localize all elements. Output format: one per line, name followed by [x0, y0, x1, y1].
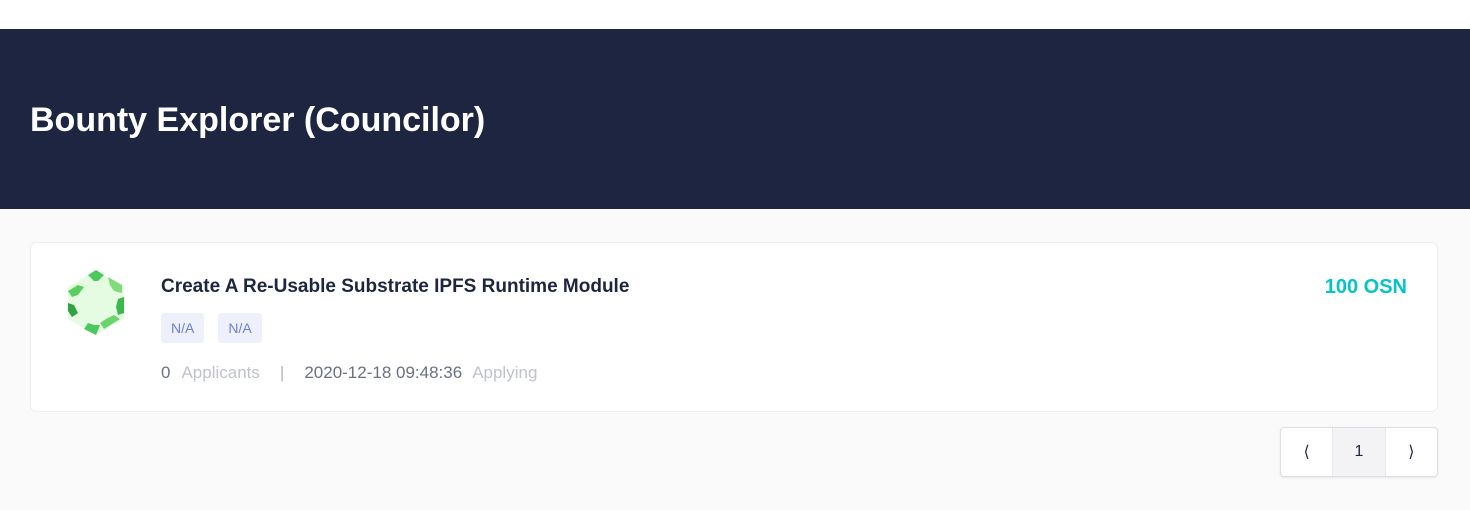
page-title: Bounty Explorer (Councilor) — [30, 101, 486, 139]
bounty-card[interactable]: Create A Re-Usable Substrate IPFS Runtim… — [30, 242, 1438, 412]
bounty-meta: 0 Applicants | 2020-12-18 09:48:36 Apply… — [161, 362, 537, 384]
prev-page-button[interactable]: ⟨ — [1281, 428, 1332, 476]
page-button-current[interactable]: 1 — [1332, 428, 1386, 476]
tag-badge: N/A — [161, 313, 205, 343]
meta-separator: | — [279, 363, 285, 382]
tag-list: N/A N/A — [161, 313, 262, 343]
main-content: Create A Re-Usable Substrate IPFS Runtim… — [0, 209, 1470, 510]
top-strip — [0, 0, 1470, 29]
pagination: ⟨ 1 ⟩ — [1280, 427, 1438, 477]
bounty-reward: 100 OSN — [1324, 276, 1407, 298]
applicants-count: 0 — [161, 363, 171, 382]
next-page-button[interactable]: ⟩ — [1386, 428, 1437, 476]
tag-badge: N/A — [218, 313, 262, 343]
bounty-status: Applying — [472, 363, 538, 382]
applicants-label: Applicants — [181, 363, 260, 382]
bounty-title[interactable]: Create A Re-Usable Substrate IPFS Runtim… — [161, 276, 629, 298]
hexagon-logo-icon — [68, 270, 124, 335]
page-banner: Bounty Explorer (Councilor) — [0, 29, 1470, 209]
bounty-timestamp: 2020-12-18 09:48:36 — [304, 363, 463, 382]
